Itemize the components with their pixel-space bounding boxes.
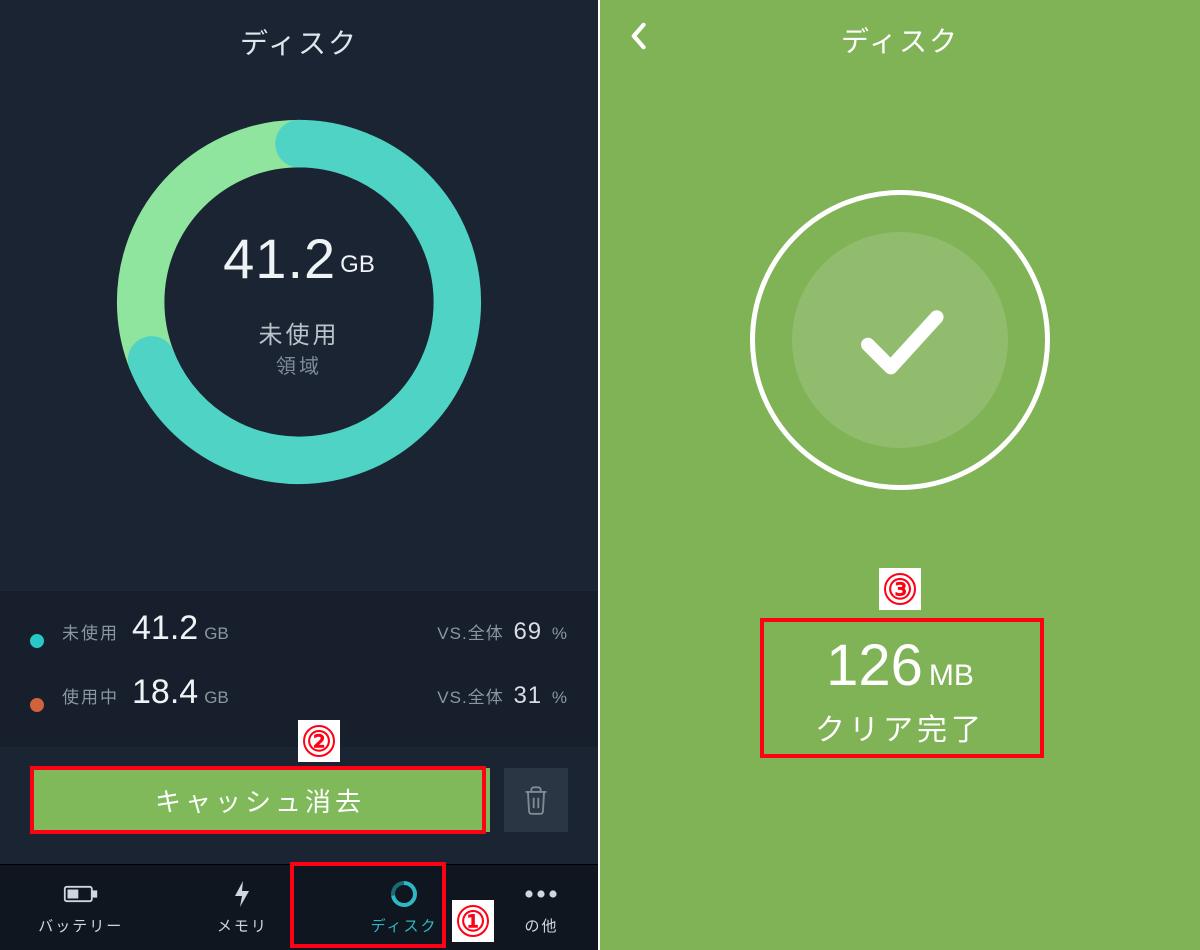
stat-row-free: 未使用 41.2 GB VS.全体 69 % — [30, 609, 568, 673]
stat-unit: GB — [204, 688, 229, 708]
disk-cleared-screen: ディスク 126MB クリア完了 ③ — [598, 0, 1200, 950]
stat-value: 41.2 — [132, 609, 198, 648]
success-indicator — [750, 190, 1050, 490]
disk-usage-gauge: 41.2GB 未使用 領域 — [109, 112, 489, 492]
stat-label: 使用中 — [62, 683, 132, 708]
clear-result: 126MB クリア完了 — [815, 632, 985, 749]
chevron-left-icon — [628, 22, 648, 50]
gauge-label-main: 未使用 — [259, 315, 340, 350]
gauge-value: 41.2GB — [223, 226, 375, 291]
trash-button[interactable] — [504, 768, 568, 832]
stat-pct: VS.全体 31 % — [437, 682, 568, 710]
stat-pct: VS.全体 69 % — [437, 618, 568, 646]
stat-value: 18.4 — [132, 673, 198, 712]
result-done-label: クリア完了 — [815, 705, 985, 749]
disk-status-screen: ディスク 41.2GB 未使用 領域 未使用 41.2 GB VS.全体 69 — [0, 0, 598, 950]
stat-label: 未使用 — [62, 619, 132, 644]
stat-row-used: 使用中 18.4 GB VS.全体 31 % — [30, 673, 568, 737]
battery-icon — [63, 879, 99, 909]
tab-label: の他 — [524, 915, 558, 936]
bottom-tabbar: バッテリー メモリ ディスク の他 — [0, 864, 598, 950]
more-icon — [523, 879, 559, 909]
bolt-icon — [224, 879, 260, 909]
result-unit: MB — [929, 659, 974, 692]
trash-icon — [522, 785, 550, 815]
tab-label: ディスク — [371, 915, 438, 936]
result-value: 126 — [826, 632, 923, 699]
tab-other[interactable]: の他 — [485, 865, 598, 950]
annotation-badge-3: ③ — [879, 568, 921, 610]
page-title: ディスク — [600, 0, 1200, 60]
disk-stats: 未使用 41.2 GB VS.全体 69 % 使用中 18.4 GB VS.全体… — [0, 590, 598, 747]
dot-icon — [30, 698, 44, 712]
back-button[interactable] — [618, 16, 658, 56]
check-icon — [845, 285, 955, 395]
stat-unit: GB — [204, 624, 229, 644]
ring-icon — [386, 879, 422, 909]
gauge-label-sub: 領域 — [276, 350, 322, 379]
dot-icon — [30, 634, 44, 648]
tab-disk[interactable]: ディスク — [323, 865, 485, 950]
tab-memory[interactable]: メモリ — [162, 865, 324, 950]
tab-label: バッテリー — [38, 915, 123, 936]
clear-cache-button[interactable]: キャッシュ消去 — [30, 768, 490, 832]
tab-label: メモリ — [217, 915, 268, 936]
page-title: ディスク — [0, 0, 598, 62]
tab-battery[interactable]: バッテリー — [0, 865, 162, 950]
